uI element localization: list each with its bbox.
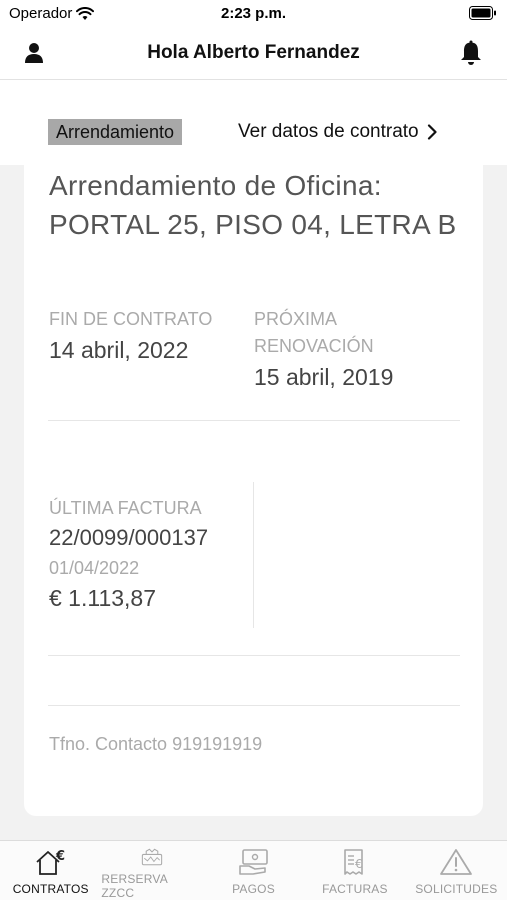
contract-type-badge: Arrendamiento: [48, 119, 183, 145]
status-bar: Operador 2:23 p.m.: [0, 0, 507, 28]
page-title: Hola Alberto Fernandez: [147, 42, 360, 63]
divider: [48, 420, 460, 421]
view-contract-label: Ver datos de contrato: [238, 121, 419, 142]
end-date-value: 14 abril, 2022: [49, 337, 189, 363]
chevron-right-icon: [427, 124, 437, 140]
tab-label: SOLICITUDES: [415, 882, 498, 896]
contract-title: Arrendamiento de Oficina: PORTAL 25, PIS…: [49, 170, 457, 240]
renewal-label-line2: RENOVACIÓN: [254, 336, 374, 356]
view-contract-link[interactable]: Ver datos de contrato: [238, 121, 437, 143]
status-time: 2:23 p.m.: [220, 5, 287, 22]
shopping-bag-icon: [141, 848, 163, 866]
battery-icon: [469, 6, 497, 25]
invoice-amount: € 1.113,87: [49, 585, 157, 611]
invoice-euro-icon: €: [344, 849, 363, 875]
invoice-number: 22/0099/000137: [49, 525, 209, 550]
svg-text:€: €: [355, 857, 363, 871]
end-date-label: FIN DE CONTRATO: [49, 309, 213, 329]
bell-icon[interactable]: [459, 40, 483, 71]
tab-reserva-zzcc[interactable]: RERSERVA ZZCC: [101, 841, 202, 900]
house-euro-icon: €: [36, 849, 65, 875]
tab-label: FACTURAS: [322, 882, 388, 896]
invoice-date: 01/04/2022: [49, 558, 140, 578]
tab-label: RERSERVA ZZCC: [101, 872, 168, 900]
contact-phone: Tfno. Contacto 919191919: [49, 734, 263, 754]
tab-contratos[interactable]: € CONTRATOS: [0, 841, 101, 900]
svg-text:€: €: [55, 849, 65, 864]
tab-facturas[interactable]: € FACTURAS: [304, 841, 405, 900]
renewal-date-value: 15 abril, 2019: [254, 364, 394, 390]
divider: [48, 655, 460, 656]
tab-solicitudes[interactable]: SOLICITUDES: [406, 841, 507, 900]
tab-label: CONTRATOS: [12, 882, 89, 896]
warning-icon: [440, 849, 473, 875]
tab-pagos[interactable]: PAGOS: [203, 841, 304, 900]
payment-hand-icon: [238, 849, 268, 875]
navigation-bar: Hola Alberto Fernandez: [0, 28, 507, 80]
vertical-divider: [253, 482, 254, 628]
renewal-label-line1: PRÓXIMA: [254, 309, 338, 329]
last-invoice-label: ÚLTIMA FACTURA: [49, 498, 202, 518]
tab-label: PAGOS: [232, 882, 275, 896]
tab-bar: € CONTRATOS RERSERVA ZZCC PAGOS € FACTUR…: [0, 840, 507, 900]
divider: [48, 705, 460, 706]
